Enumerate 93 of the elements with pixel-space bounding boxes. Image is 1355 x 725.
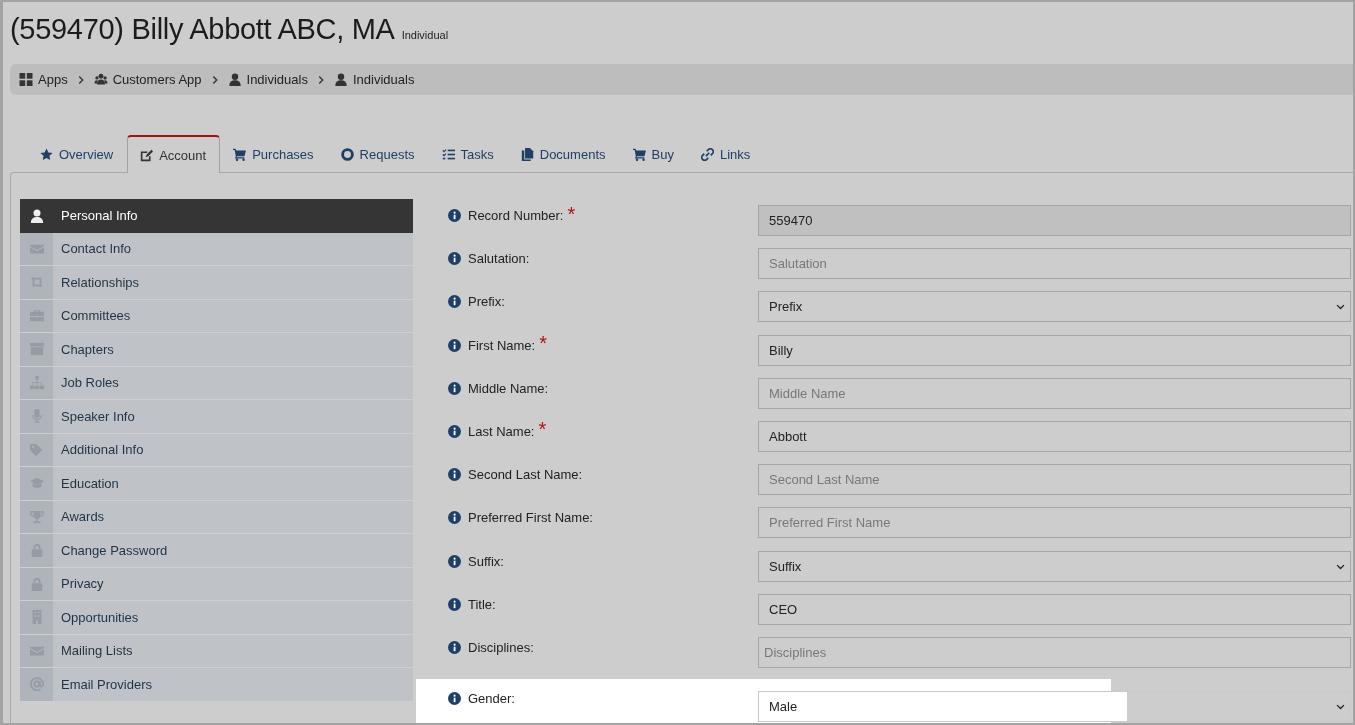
- required-mark: *: [538, 424, 547, 435]
- documents-icon: [520, 148, 534, 161]
- sidebar-item[interactable]: Awards: [20, 500, 413, 534]
- field-label: Disciplines:: [468, 639, 534, 655]
- chevron-right-icon: [76, 74, 85, 85]
- sidebar-item[interactable]: Job Roles: [20, 366, 413, 400]
- chevron-right-icon: [316, 74, 325, 85]
- dropdown[interactable]: Prefix: [758, 291, 1351, 323]
- record-type-label: Individual: [401, 29, 449, 41]
- sidebar-item[interactable]: Chapters: [20, 333, 413, 367]
- input-field[interactable]: Billy: [758, 334, 1351, 366]
- info-icon: [448, 468, 461, 482]
- info-icon: [448, 511, 461, 525]
- required-mark: *: [539, 338, 547, 349]
- sidebar-item[interactable]: Change Password: [20, 534, 413, 568]
- edit-icon: [140, 148, 154, 162]
- sidebar-item[interactable]: Speaker Info: [20, 400, 413, 434]
- users-icon: [93, 73, 108, 86]
- user-icon: [29, 208, 44, 223]
- tab[interactable]: Links: [687, 136, 765, 172]
- dropdown[interactable]: Male: [758, 691, 1351, 723]
- breadcrumb-link[interactable]: Individuals: [333, 72, 415, 87]
- briefcase-icon: [29, 308, 44, 323]
- tab[interactable]: Buy: [619, 136, 688, 172]
- tab[interactable]: Tasks: [428, 136, 508, 172]
- sidebar-item[interactable]: Education: [20, 467, 413, 501]
- tags-icon: [29, 442, 44, 457]
- input-field[interactable]: Preferred First Name: [758, 507, 1351, 539]
- info-icon: [448, 295, 461, 309]
- breadcrumb-link[interactable]: Apps: [19, 72, 68, 87]
- apps-grid-icon: [19, 73, 33, 86]
- breadcrumb-link[interactable]: Customers App: [93, 72, 202, 87]
- field-label: Preferred First Name:: [468, 510, 593, 526]
- sidebar-item[interactable]: Opportunities: [20, 601, 413, 635]
- sidebar-item[interactable]: Email Providers: [20, 668, 413, 702]
- microphone-icon: [29, 409, 44, 424]
- info-icon: [448, 424, 461, 438]
- tags-input-field[interactable]: Disciplines: [758, 636, 1351, 668]
- lock-icon: [29, 576, 44, 591]
- chevron-right-icon: [210, 74, 219, 85]
- field-label: Record Number:: [468, 208, 564, 223]
- checklist-icon: [441, 148, 455, 161]
- info-icon: [448, 640, 461, 654]
- graduation-cap-icon: [29, 476, 44, 491]
- sidebar-item[interactable]: Personal Info: [20, 199, 413, 233]
- field-label: Middle Name:: [468, 380, 549, 396]
- sidebar-item[interactable]: Relationships: [20, 266, 413, 300]
- archive-icon: [29, 342, 44, 357]
- input-field[interactable]: Salutation: [758, 248, 1351, 280]
- link-icon: [700, 148, 714, 161]
- star-icon: [40, 148, 53, 161]
- trophy-icon: [29, 509, 44, 524]
- info-icon: [448, 692, 461, 706]
- at-sign-icon: [29, 677, 44, 692]
- user-icon: [227, 73, 242, 86]
- input-field[interactable]: Second Last Name: [758, 464, 1351, 496]
- info-icon: [448, 554, 461, 568]
- page-title: (559470) Billy Abbott ABC, MA: [10, 13, 395, 46]
- info-icon: [448, 209, 461, 222]
- sidebar-item[interactable]: Mailing Lists: [20, 634, 413, 668]
- field-label: Prefix:: [468, 294, 505, 310]
- dropdown[interactable]: Suffix: [758, 550, 1351, 582]
- tab[interactable]: Requests: [327, 136, 429, 172]
- field-label: Gender:: [468, 691, 515, 707]
- ring-icon: [340, 148, 354, 161]
- input-field[interactable]: Abbott: [758, 420, 1351, 452]
- info-icon: [448, 338, 461, 352]
- field-label: Suffix:: [468, 553, 504, 569]
- tab[interactable]: Overview: [27, 136, 128, 172]
- info-icon: [448, 252, 461, 266]
- info-icon: [448, 381, 461, 395]
- tab[interactable]: Account: [127, 135, 221, 173]
- field-label: Salutation:: [468, 251, 530, 267]
- tab[interactable]: Purchases: [220, 136, 328, 172]
- sidebar-item[interactable]: Committees: [20, 299, 413, 333]
- breadcrumb-link[interactable]: Individuals: [227, 72, 308, 87]
- input-field[interactable]: CEO: [758, 593, 1351, 625]
- sitemap-icon: [29, 375, 44, 390]
- field-label: First Name:: [468, 337, 536, 353]
- info-icon: [448, 597, 461, 611]
- tab[interactable]: Documents: [507, 136, 620, 172]
- cart-icon: [233, 148, 247, 161]
- field-label: Last Name:: [468, 423, 535, 439]
- sidebar-item[interactable]: Additional Info: [20, 433, 413, 467]
- user-icon: [333, 73, 348, 86]
- sidebar-item[interactable]: Privacy: [20, 567, 413, 601]
- field-label: Title:: [468, 596, 496, 612]
- field-label: Second Last Name:: [468, 467, 583, 483]
- input-field[interactable]: Middle Name: [758, 377, 1351, 409]
- required-mark: *: [567, 208, 576, 219]
- lock-icon: [29, 543, 44, 558]
- sidebar-item[interactable]: Contact Info: [20, 232, 413, 266]
- cart-icon: [632, 148, 646, 161]
